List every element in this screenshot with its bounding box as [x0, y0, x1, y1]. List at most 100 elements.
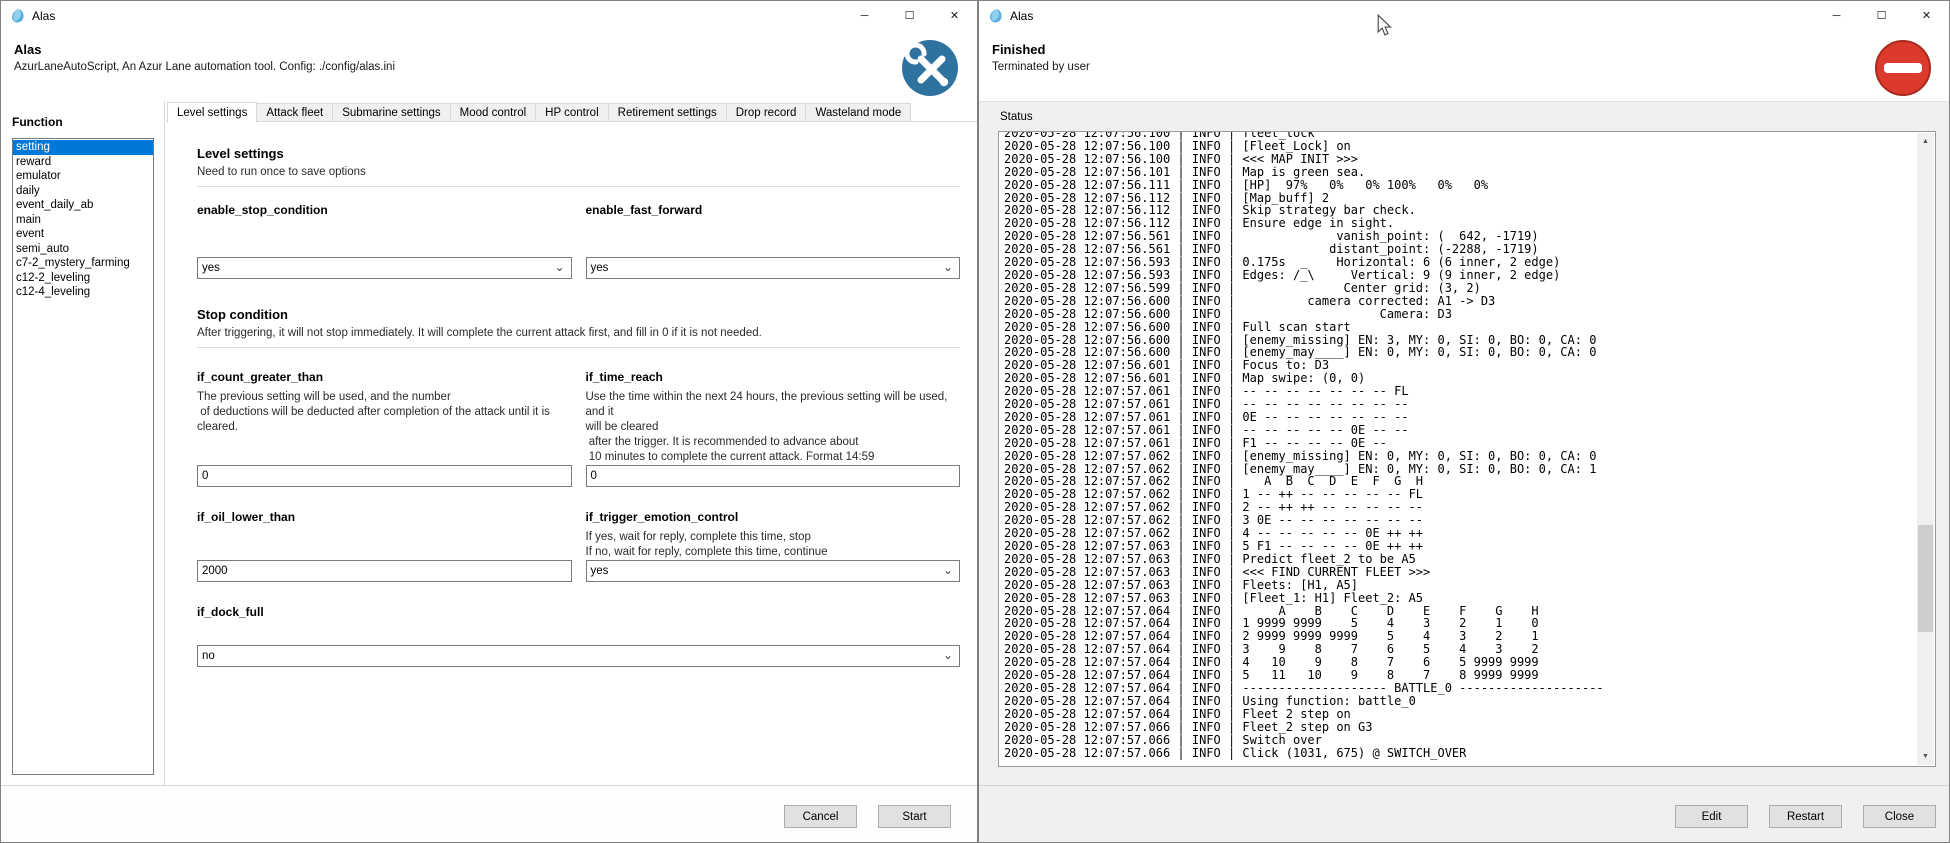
- maximize-icon: ☐: [905, 11, 915, 22]
- sidebar-item-c12-4-leveling[interactable]: c12-4_leveling: [13, 285, 153, 300]
- field-if-count-greater-than: if_count_greater_than The previous setti…: [197, 370, 572, 487]
- scroll-down-icon: ▼: [1922, 753, 1929, 760]
- sidebar-item-setting[interactable]: setting: [13, 140, 153, 155]
- chevron-down-icon: ⌄: [943, 563, 953, 577]
- tab-submarine-settings[interactable]: Submarine settings: [332, 103, 450, 122]
- field-if-time-reach: if_time_reach Use the time within the ne…: [586, 370, 961, 487]
- console-body: Status 2020-05-28 12:07:56.100 | INFO | …: [979, 101, 1949, 785]
- if-dock-full-select[interactable]: no ⌄: [197, 645, 960, 667]
- status-title: Finished: [992, 42, 1045, 57]
- field-label: if_oil_lower_than: [197, 510, 572, 524]
- maximize-icon: ☐: [1877, 11, 1887, 22]
- app-icon: [988, 8, 1004, 24]
- window-title: Alas: [32, 9, 55, 23]
- field-if-oil-lower-than: if_oil_lower_than: [197, 510, 572, 582]
- field-label: enable_fast_forward: [586, 203, 961, 217]
- chevron-down-icon: ⌄: [554, 260, 564, 274]
- log-text: 2020-05-28 12:07:56.100 | INFO | fleet_l…: [999, 131, 1935, 759]
- close-button[interactable]: ✕: [1904, 1, 1949, 31]
- tab-attack-fleet[interactable]: Attack fleet: [256, 103, 333, 122]
- chevron-down-icon: ⌄: [943, 260, 953, 274]
- field-desc: If yes, wait for reply, complete this ti…: [586, 530, 961, 560]
- scrollbar-thumb[interactable]: [1918, 525, 1933, 632]
- field-if-trigger-emotion-control: if_trigger_emotion_control If yes, wait …: [586, 510, 961, 582]
- log-scrollbar[interactable]: ▲ ▼: [1917, 133, 1934, 765]
- window-config: Alas ─ ☐ ✕ Alas AzurLaneAutoScript, An A…: [0, 0, 978, 843]
- section-title: Stop condition: [197, 307, 960, 322]
- minimize-icon: ─: [861, 11, 869, 22]
- enable-fast-forward-select[interactable]: yes ⌄: [586, 257, 961, 279]
- sidebar-item-reward[interactable]: reward: [13, 155, 153, 170]
- field-label: if_count_greater_than: [197, 370, 572, 384]
- tab-drop-record[interactable]: Drop record: [726, 103, 807, 122]
- select-value: yes: [591, 262, 609, 274]
- cancel-button[interactable]: Cancel: [784, 805, 857, 828]
- config-footer: Cancel Start: [1, 785, 977, 842]
- sidebar-item-emulator[interactable]: emulator: [13, 169, 153, 184]
- window-console: Alas ─ ☐ ✕ Finished Terminated by user S…: [978, 0, 1950, 843]
- divider: [197, 186, 960, 187]
- minimize-icon: ─: [1833, 11, 1841, 22]
- close-action-button[interactable]: Close: [1863, 805, 1936, 828]
- chevron-down-icon: ⌄: [943, 648, 953, 662]
- maximize-button[interactable]: ☐: [887, 1, 932, 31]
- console-header: Finished Terminated by user: [979, 31, 1949, 101]
- config-body: Function settingrewardemulatordailyevent…: [1, 101, 977, 785]
- edit-button[interactable]: Edit: [1675, 805, 1748, 828]
- restart-button[interactable]: Restart: [1769, 805, 1842, 828]
- sidebar-item-main[interactable]: main: [13, 213, 153, 228]
- mouse-cursor: [1375, 14, 1393, 36]
- log-output[interactable]: 2020-05-28 12:07:56.100 | INFO | fleet_l…: [998, 131, 1936, 767]
- minimize-button[interactable]: ─: [1814, 1, 1859, 31]
- desktop: Alas ─ ☐ ✕ Alas AzurLaneAutoScript, An A…: [0, 0, 1950, 843]
- tab-level-settings[interactable]: Level settings: [167, 102, 257, 123]
- field-enable-stop-condition: enable_stop_condition yes ⌄: [197, 203, 572, 279]
- section-desc: Need to run once to save options: [197, 166, 960, 178]
- maximize-button[interactable]: ☐: [1859, 1, 1904, 31]
- sidebar-label: Function: [12, 115, 154, 129]
- sidebar-item-c12-2-leveling[interactable]: c12-2_leveling: [13, 271, 153, 286]
- enable-stop-condition-select[interactable]: yes ⌄: [197, 257, 572, 279]
- if-trigger-emotion-control-select[interactable]: yes ⌄: [586, 560, 961, 582]
- tab-retirement-settings[interactable]: Retirement settings: [608, 103, 727, 122]
- config-header: Alas AzurLaneAutoScript, An Azur Lane au…: [1, 31, 977, 101]
- close-icon: ✕: [950, 11, 959, 22]
- window-title: Alas: [1010, 9, 1033, 23]
- tab-strip: Level settingsAttack fleetSubmarine sett…: [167, 101, 977, 122]
- tab-wasteland-mode[interactable]: Wasteland mode: [805, 103, 911, 122]
- field-label: enable_stop_condition: [197, 203, 572, 217]
- field-label: if_time_reach: [586, 370, 961, 384]
- field-label: if_dock_full: [197, 605, 960, 619]
- function-listbox[interactable]: settingrewardemulatordailyevent_daily_ab…: [12, 138, 154, 775]
- if-count-greater-than-input[interactable]: [197, 465, 572, 487]
- app-icon: [10, 8, 26, 24]
- sidebar-item-c7-2-mystery-farming[interactable]: c7-2_mystery_farming: [13, 256, 153, 271]
- titlebar[interactable]: Alas ─ ☐ ✕: [1, 1, 977, 31]
- field-label: if_trigger_emotion_control: [586, 510, 961, 524]
- scroll-up-icon: ▲: [1922, 138, 1929, 145]
- titlebar[interactable]: Alas ─ ☐ ✕: [979, 1, 1949, 31]
- section-title: Level settings: [197, 146, 960, 161]
- sidebar-item-daily[interactable]: daily: [13, 184, 153, 199]
- if-oil-lower-than-input[interactable]: [197, 560, 572, 582]
- sidebar-item-event[interactable]: event: [13, 227, 153, 242]
- start-button[interactable]: Start: [878, 805, 951, 828]
- sidebar: Function settingrewardemulatordailyevent…: [1, 101, 165, 785]
- field-if-dock-full: if_dock_full no ⌄: [197, 605, 960, 667]
- config-tools-icon: [900, 38, 960, 98]
- tab-hp-control[interactable]: HP control: [535, 103, 608, 122]
- select-value: no: [202, 650, 215, 662]
- close-button[interactable]: ✕: [932, 1, 977, 31]
- scroll-up-button[interactable]: ▲: [1917, 133, 1934, 150]
- page-subtitle: AzurLaneAutoScript, An Azur Lane automat…: [14, 61, 395, 73]
- scroll-down-button[interactable]: ▼: [1917, 748, 1934, 765]
- page-title: Alas: [14, 42, 41, 57]
- if-time-reach-input[interactable]: [586, 465, 961, 487]
- sidebar-item-semi-auto[interactable]: semi_auto: [13, 242, 153, 257]
- field-desc: Use the time within the next 24 hours, t…: [586, 390, 961, 465]
- status-label: Status: [1000, 111, 1033, 123]
- sidebar-item-event-daily-ab[interactable]: event_daily_ab: [13, 198, 153, 213]
- tab-mood-control[interactable]: Mood control: [450, 103, 536, 122]
- select-value: yes: [591, 565, 609, 577]
- minimize-button[interactable]: ─: [842, 1, 887, 31]
